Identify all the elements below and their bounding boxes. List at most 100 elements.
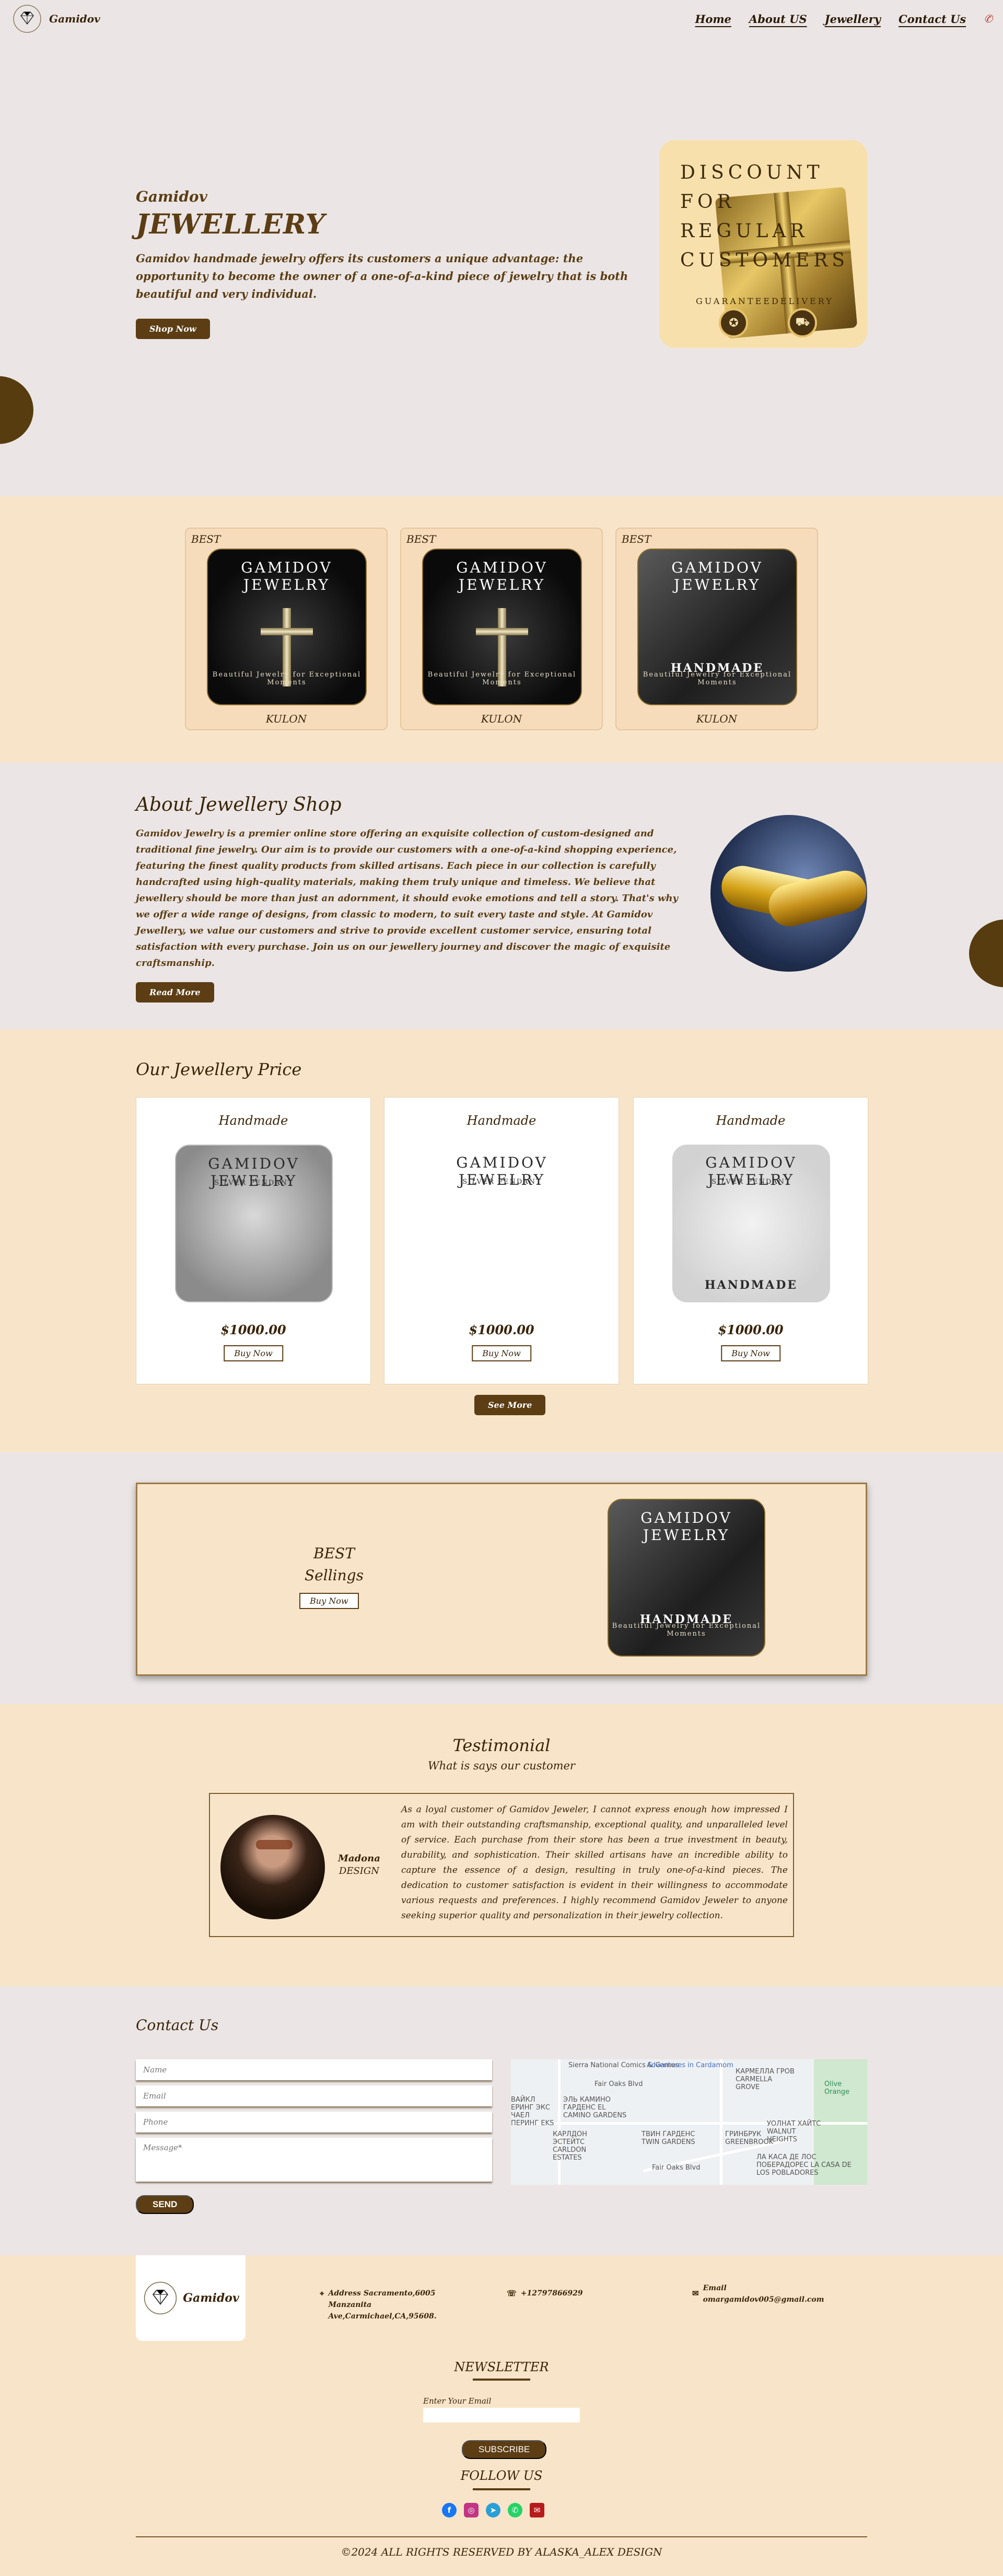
social-links: f ◎ ➤ ✆ ✉ (442, 2503, 544, 2517)
buy-now-button[interactable]: Buy Now (472, 1345, 531, 1361)
contact-section: Contact Us Sierra National Comics & Game… (0, 1986, 1003, 2255)
product-image: GAMIDOV JEWELRY HANDMADE Beautiful Jewel… (608, 1499, 765, 1657)
product-image: GAMIDOV JEWELRY SILVER PENDANT HANDMADE (672, 1145, 830, 1302)
about-text: Gamidov Jewelry is a premier online stor… (136, 828, 679, 969)
best-seller-card[interactable]: BEST GAMIDOV JEWELRY Beautiful Jewelry f… (400, 528, 603, 730)
nav-link-jewellery[interactable]: Jewellery (825, 13, 881, 26)
price-card-title: Handmade (466, 1113, 537, 1128)
map-label: Fair Oaks Blvd (594, 2080, 643, 2088)
address-text: Address Sacramento,6005 Manzanita Ave,Ca… (328, 2289, 437, 2321)
diamond-logo-icon (13, 5, 41, 33)
product-name: KULON (696, 713, 738, 725)
footer-rule (136, 2536, 867, 2537)
shop-now-button[interactable]: Shop Now (136, 319, 210, 339)
nav-link-about[interactable]: About US (749, 13, 807, 26)
best-seller-card[interactable]: BEST GAMIDOV JEWELRY Beautiful Jewelry f… (185, 528, 388, 730)
buy-now-button[interactable]: Buy Now (721, 1345, 780, 1361)
location-map[interactable]: Sierra National Comics & Games Adventure… (511, 2059, 867, 2185)
buy-now-button[interactable]: Buy Now (224, 1345, 283, 1361)
message-input[interactable] (136, 2138, 492, 2182)
promo-badges: GUARANTEE ✪ DELIVERY ⛟ (659, 296, 867, 337)
best-seller-card[interactable]: BEST GAMIDOV JEWELRY HANDMADE Beautiful … (615, 528, 818, 730)
top-nav: Gamidov Home About US Jewellery Contact … (0, 0, 1003, 38)
email-block: Email omargamidov005@gmail.com (703, 2282, 824, 2305)
whatsapp-icon[interactable]: ✆ (508, 2503, 522, 2517)
price-section: Our Jewellery Price Handmade GAMIDOV JEW… (0, 1029, 1003, 1452)
footer-logo[interactable]: Gamidov (136, 2255, 246, 2341)
product-image: GAMIDOV JEWELRY SILVER PENDANT (423, 1145, 581, 1302)
footer: Gamidov ⌖ Address Sacramento,6005 Manzan… (0, 2255, 1003, 2576)
newsletter-title: NEWSLETTER (454, 2360, 549, 2374)
map-label: ТВИН ГАРДЕНС TWIN GARDENS (642, 2130, 695, 2146)
product-image: GAMIDOV JEWELRY HANDMADE Beautiful Jewel… (637, 549, 797, 705)
send-button[interactable]: SEND (136, 2195, 194, 2214)
buy-now-button[interactable]: Buy Now (299, 1593, 359, 1609)
product-image-title: GAMIDOV JEWELRY (671, 559, 763, 593)
map-label: Olive Orange (824, 2080, 850, 2096)
map-label: ЭЛЬ КАМИНО ГАРДЕНС EL CAMINO GARDENS (563, 2096, 627, 2119)
facebook-icon[interactable]: f (442, 2503, 457, 2517)
telegram-icon[interactable]: ➤ (486, 2503, 500, 2517)
product-tagline: Beautiful Jewelry for Exceptional Moment… (212, 671, 361, 686)
best-label: BEST (406, 533, 436, 545)
email-input[interactable] (136, 2085, 492, 2106)
best-label: BEST (622, 533, 651, 545)
guarantee-badge: GUARANTEE ✪ (696, 296, 772, 337)
price-value: $1000.00 (718, 1322, 784, 1337)
nav-brand[interactable]: Gamidov (49, 13, 100, 25)
guarantee-label: GUARANTEE (696, 296, 772, 306)
nav-link-contact[interactable]: Contact Us (899, 13, 966, 26)
hero-subtitle: Gamidov (136, 188, 207, 205)
nav-links: Home About US Jewellery Contact Us ✆ (695, 13, 993, 26)
footer-phone[interactable]: ☏ +12797866929 (507, 2288, 583, 2299)
price-title: Our Jewellery Price (136, 1059, 302, 1079)
product-image-sub: SILVER PENDANT (462, 1178, 542, 1186)
customer-name-text: Madona (338, 1853, 380, 1864)
name-input[interactable] (136, 2059, 492, 2080)
phone-text: +12797866929 (520, 2289, 583, 2298)
map-label: ЛА КАСА ДЕ ЛОС ПОБЕРАДОРЕС LA CASA DE LO… (756, 2153, 852, 2177)
map-label: Adventures in Cardamom (647, 2061, 733, 2069)
map-label: КАРЛДОН ЭСТЕЙТС CARLDON ESTATES (553, 2130, 587, 2162)
nav-link-home[interactable]: Home (695, 13, 731, 26)
location-pin-icon: ⌖ (320, 2289, 324, 2298)
customer-role: DESIGN (339, 1866, 380, 1876)
map-label: Fair Oaks Blvd (652, 2164, 701, 2172)
best-label: BEST (191, 533, 221, 545)
map-label: ГРИНБРУК GREENBROOK (725, 2130, 774, 2146)
product-name: KULON (481, 713, 522, 725)
about-title: About Jewellery Shop (136, 794, 342, 815)
price-value: $1000.00 (469, 1322, 534, 1337)
phone-icon[interactable]: ✆ (984, 13, 993, 25)
product-tagline: Beautiful Jewelry for Exceptional Moment… (612, 1622, 761, 1638)
instagram-icon[interactable]: ◎ (464, 2503, 479, 2517)
map-label: КАРМЕЛЛА ГРОВ CARMELLA GROVE (736, 2068, 795, 2091)
product-image: GAMIDOV JEWELRY SILVER PENDANT (175, 1145, 333, 1302)
divider (473, 2379, 530, 2381)
newsletter-email-input[interactable] (423, 2408, 580, 2422)
price-card: Handmade GAMIDOV JEWELRY SILVER PENDANT … (384, 1097, 619, 1384)
subscribe-button[interactable]: SUBSCRIBE (462, 2440, 547, 2459)
decorative-circle (969, 919, 1003, 987)
discount-promo-card: DISCOUNT FOR REGULAR CUSTOMERS GUARANTEE… (659, 140, 867, 348)
copyright: ©2024 ALL RIGHTS RESERVED BY ALASKA_ALEX… (341, 2546, 662, 2558)
price-card: Handmade GAMIDOV JEWELRY SILVER PENDANT … (633, 1097, 868, 1384)
product-image-title: GAMIDOV JEWELRY (241, 559, 333, 593)
footer-email[interactable]: ✉ Email omargamidov005@gmail.com (692, 2282, 824, 2305)
product-image-sub: SILVER PENDANT (214, 1179, 294, 1187)
decorative-circle (0, 376, 33, 444)
customer-name: Madona DESIGN (338, 1852, 380, 1878)
email-icon[interactable]: ✉ (530, 2503, 544, 2517)
see-more-button[interactable]: See More (474, 1395, 546, 1415)
about-section: About Jewellery Shop Gamidov Jewelry is … (0, 763, 1003, 1029)
avatar (220, 1815, 325, 1919)
logo[interactable] (10, 2, 44, 36)
phone-input[interactable] (136, 2112, 492, 2132)
envelope-icon: ✉ (692, 2289, 699, 2298)
read-more-button[interactable]: Read More (136, 982, 214, 1003)
handshake-image (710, 815, 867, 972)
handmade-badge: HANDMADE (704, 1278, 798, 1292)
divider (473, 2488, 530, 2490)
product-image-title: GAMIDOV JEWELRY (640, 1509, 732, 1544)
newsletter-label: Enter Your Email (423, 2396, 492, 2406)
